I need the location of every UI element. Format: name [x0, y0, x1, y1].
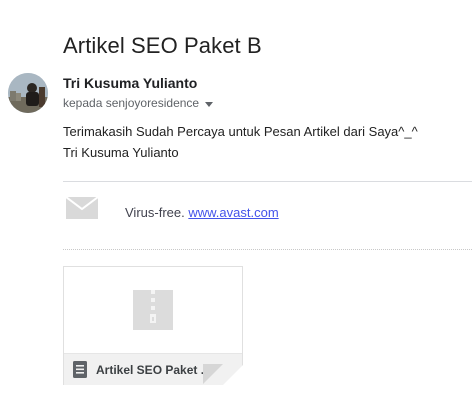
message-body-line: Terimakasih Sudah Percaya untuk Pesan Ar… [63, 124, 418, 139]
page-curl-shadow [203, 364, 223, 384]
attachment-card[interactable]: Artikel SEO Paket ... [63, 266, 243, 385]
avast-link[interactable]: www.avast.com [188, 205, 278, 220]
message-signature-name: Tri Kusuma Yulianto [63, 145, 179, 160]
document-icon [73, 361, 87, 378]
caret-down-icon[interactable] [205, 101, 214, 107]
envelope-icon [66, 197, 98, 219]
sender-name: Tri Kusuma Yulianto [63, 75, 198, 91]
signature-divider [63, 181, 472, 182]
sender-avatar[interactable] [8, 73, 48, 113]
attachments-divider [63, 249, 472, 250]
attachment-filename: Artikel SEO Paket ... [96, 363, 211, 377]
avatar-photo-icon [8, 73, 48, 113]
zip-file-icon [133, 290, 173, 330]
virus-free-notice: Virus-free. www.avast.com [125, 205, 279, 220]
email-subject: Artikel SEO Paket B [63, 32, 262, 58]
recipient-label: kepada senjoyoresidence [63, 96, 200, 110]
recipient-details-toggle[interactable]: kepada senjoyoresidence [63, 96, 214, 110]
virus-free-prefix: Virus-free. [125, 205, 185, 220]
page-curl-corner [223, 365, 243, 385]
